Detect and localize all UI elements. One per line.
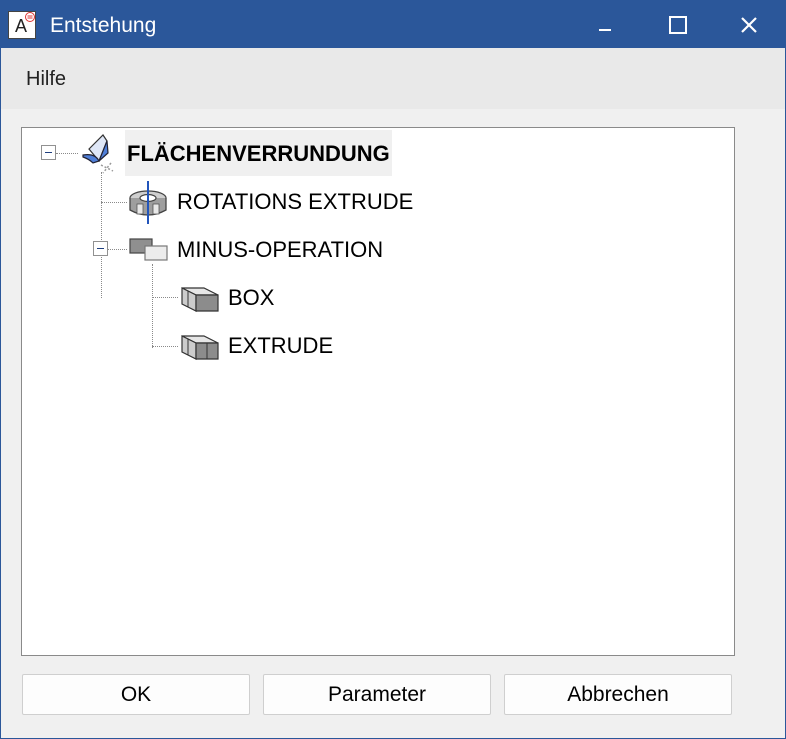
tree-node-root[interactable]: FLÄCHENVERRUNDUNG (77, 130, 392, 176)
tree-node-minus-operation[interactable]: MINUS-OPERATION (127, 228, 385, 272)
box-solid-icon (178, 276, 220, 320)
svg-text:A: A (15, 16, 27, 36)
subtract-operation-icon (127, 228, 169, 272)
collapse-toggle-root[interactable] (41, 145, 56, 160)
minimize-button[interactable] (570, 1, 640, 48)
tree-node-label: BOX (228, 285, 275, 310)
tree-node-label: FLÄCHENVERRUNDUNG (125, 130, 392, 176)
tree-connector (108, 249, 127, 250)
tree-node-extrude[interactable]: EXTRUDE (178, 324, 335, 368)
minus-icon (45, 152, 52, 153)
rotation-extrude-icon (127, 180, 169, 224)
tree-connector (152, 297, 178, 298)
parameter-button[interactable]: Parameter (263, 674, 491, 715)
minimize-icon (599, 28, 611, 31)
menu-item-hilfe[interactable]: Hilfe (26, 68, 66, 91)
history-tree[interactable]: FLÄCHENVERRUNDUNG ROTATIONS EXTRUDE MINU… (21, 127, 735, 656)
collapse-toggle-minus-operation[interactable] (93, 241, 108, 256)
ok-button[interactable]: OK (22, 674, 250, 715)
tree-connector (152, 346, 178, 347)
app-icon: A (8, 11, 36, 39)
tree-connector (56, 153, 78, 154)
close-button[interactable] (714, 1, 784, 48)
tree-node-label: EXTRUDE (228, 333, 334, 358)
dialog-window: A Entstehung Hilfe FLÄCHENVERRUNDUNG ROT… (0, 0, 786, 739)
tree-connector (101, 172, 102, 298)
tree-node-box[interactable]: BOX (178, 276, 276, 320)
extrude-solid-icon (178, 324, 220, 368)
maximize-icon (669, 15, 687, 34)
tree-node-label: ROTATIONS EXTRUDE (177, 189, 414, 214)
fillet-surface-icon (77, 131, 119, 175)
tree-connector (152, 264, 153, 348)
maximize-button[interactable] (643, 1, 713, 48)
window-title: Entstehung (50, 14, 157, 37)
title-bar[interactable]: A Entstehung (1, 1, 785, 48)
close-icon (741, 16, 757, 33)
cancel-button[interactable]: Abbrechen (504, 674, 732, 715)
tree-connector (101, 202, 127, 203)
menu-bar: Hilfe (1, 48, 785, 109)
minus-icon (97, 248, 104, 249)
tree-node-label: MINUS-OPERATION (177, 237, 384, 262)
tree-node-rotations-extrude[interactable]: ROTATIONS EXTRUDE (127, 180, 415, 224)
